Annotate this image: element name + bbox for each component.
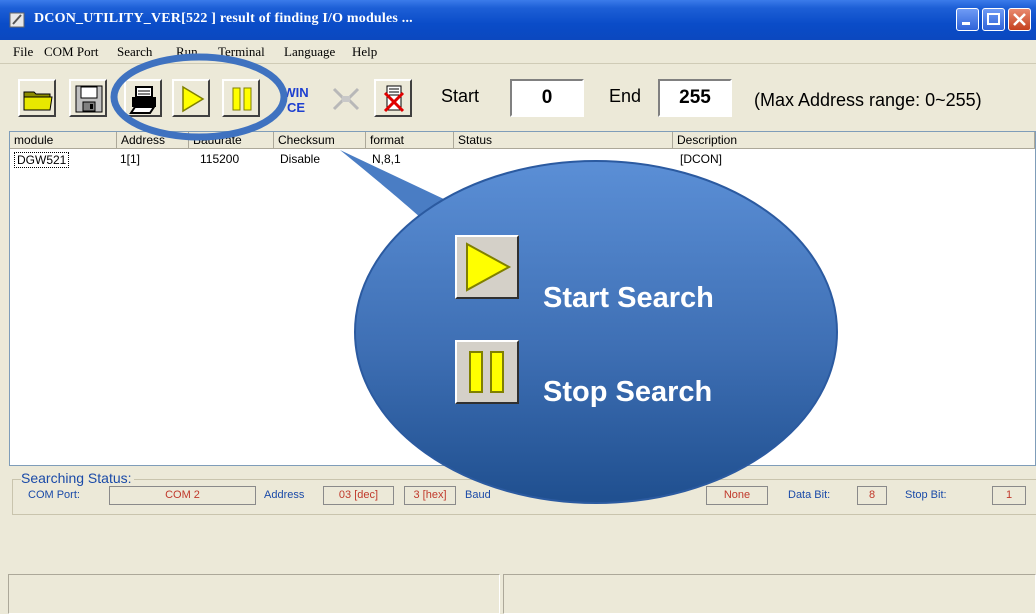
start-label: Start [441, 86, 480, 106]
menu-com-port[interactable]: COM Port [44, 44, 99, 60]
wince-icon: WIN CE [283, 85, 308, 115]
end-label: End [609, 86, 642, 106]
callout-start-search-icon [455, 235, 519, 299]
play-icon [466, 242, 512, 292]
network-button[interactable] [326, 79, 364, 117]
cell-checksum: Disable [280, 152, 321, 166]
address-range-note: (Max Address range: 0~255) [754, 90, 982, 110]
stop-search-button[interactable] [222, 79, 260, 117]
com-port-value: COM 2 [109, 486, 256, 505]
cell-address: 1[1] [120, 152, 141, 166]
data-bit-value: 8 [857, 486, 887, 505]
stop-module-icon [383, 85, 405, 113]
menu-help[interactable]: Help [352, 44, 377, 60]
stop-bit-label: Stop Bit: [905, 489, 947, 501]
start-address-field[interactable]: 0 [510, 79, 584, 117]
column-header-checksum[interactable]: Checksum [274, 132, 366, 149]
com-port-label: COM Port: [28, 489, 80, 501]
play-icon [182, 85, 205, 113]
print-button[interactable] [124, 79, 162, 117]
address-dec-value: 03 [dec] [323, 486, 394, 505]
print-icon [129, 86, 156, 114]
menu-bar: File COM Port Search Run Terminal Langua… [0, 40, 1036, 64]
status-bar [8, 574, 1036, 614]
column-header-description[interactable]: Description [673, 132, 1035, 149]
title-bar[interactable]: DCON_UTILITY_VER[522 ] result of finding… [0, 0, 1036, 40]
callout-stop-search-icon [455, 340, 519, 404]
column-header-format[interactable]: format [366, 132, 454, 149]
callout-start-search-label: Start Search [543, 282, 714, 314]
app-window: DCON_UTILITY_VER[522 ] result of finding… [0, 0, 1036, 614]
end-address-field[interactable]: 255 [658, 79, 732, 117]
parity-value: None [706, 486, 768, 505]
column-header-status[interactable]: Status [454, 132, 673, 149]
save-button[interactable] [69, 79, 107, 117]
network-icon [332, 87, 360, 111]
baud-label: Baud [465, 489, 491, 501]
save-disk-icon [75, 85, 103, 113]
menu-run[interactable]: Run [176, 44, 198, 60]
callout-stop-search-label: Stop Search [543, 376, 713, 408]
app-icon [9, 12, 25, 28]
menu-terminal[interactable]: Terminal [218, 44, 265, 60]
maximize-icon [987, 13, 1000, 25]
cell-format: N,8,1 [372, 152, 401, 166]
data-bit-label: Data Bit: [788, 489, 831, 501]
close-button[interactable] [1008, 8, 1031, 31]
status-bar-pane-right [503, 574, 1036, 614]
column-header-baudrate[interactable]: Baudrate [189, 132, 274, 149]
pause-icon [469, 351, 504, 393]
stop-module-button[interactable] [374, 79, 412, 117]
svg-text:WIN: WIN [283, 85, 308, 100]
cell-baudrate: 115200 [200, 152, 240, 166]
close-icon [1013, 13, 1026, 26]
menu-search[interactable]: Search [117, 44, 152, 60]
address-label: Address [264, 489, 305, 501]
start-search-button[interactable] [172, 79, 210, 117]
status-bar-pane-left [8, 574, 500, 614]
svg-text:CE: CE [287, 100, 305, 115]
open-button[interactable] [18, 79, 56, 117]
pause-icon [232, 87, 252, 111]
address-hex-value: 3 [hex] [404, 486, 456, 505]
menu-language[interactable]: Language [284, 44, 335, 60]
menu-file[interactable]: File [13, 44, 33, 60]
column-header-module[interactable]: module [10, 132, 117, 149]
column-header-address[interactable]: Address [117, 132, 189, 149]
toolbar: WIN CE Start 0 End 255 (Max Address rang… [0, 65, 1036, 127]
minimize-button[interactable] [956, 8, 979, 31]
module-list[interactable]: module Address Baudrate Checksum format … [9, 131, 1036, 466]
maximize-button[interactable] [982, 8, 1005, 31]
search-status-title: Searching Status: [21, 470, 134, 486]
cell-description: [DCON] [680, 152, 722, 166]
stop-bit-value: 1 [992, 486, 1026, 505]
wince-button[interactable]: WIN CE [276, 79, 314, 117]
minimize-icon [962, 22, 970, 25]
open-folder-icon [23, 91, 53, 111]
window-title: DCON_UTILITY_VER[522 ] result of finding… [34, 11, 413, 26]
cell-module: DGW521 [14, 152, 70, 168]
